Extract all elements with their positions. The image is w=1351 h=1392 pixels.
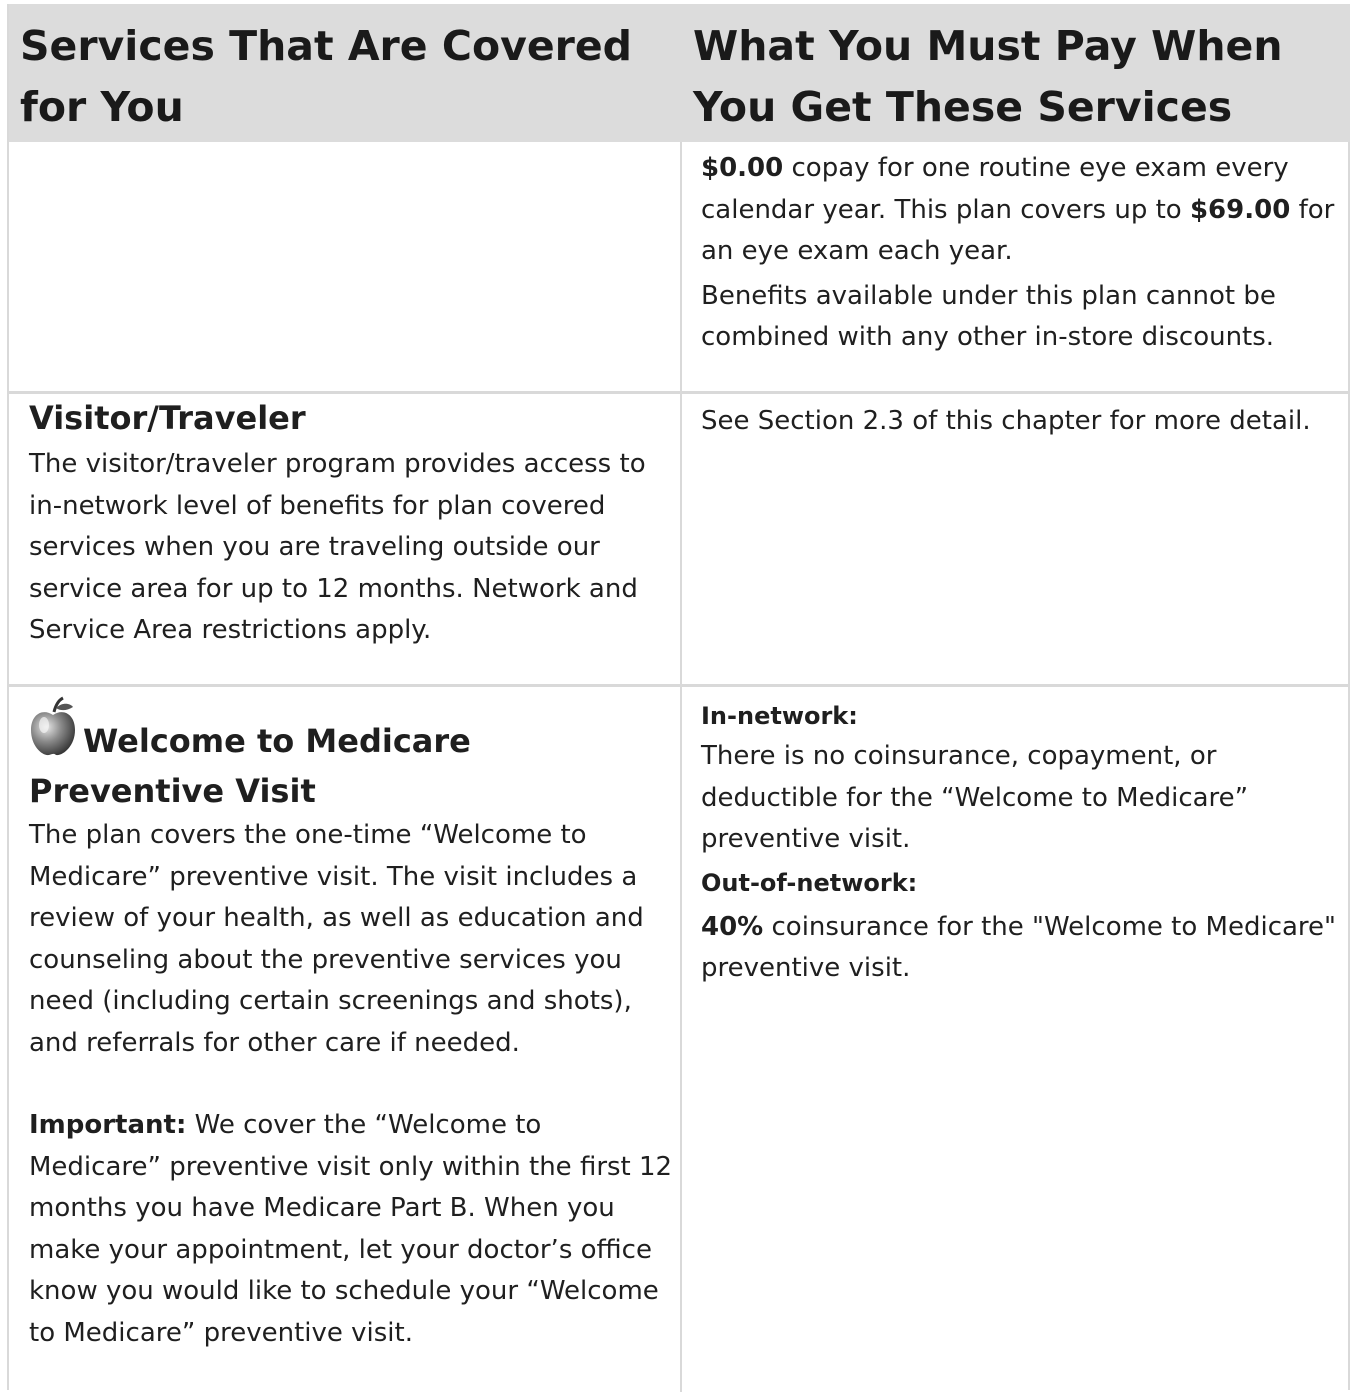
visitor-traveler-title: Visitor/Traveler	[29, 399, 306, 437]
row-divider	[9, 391, 1350, 394]
welcome-medicare-title-line: Welcome to Medicare Preventive Visit	[29, 696, 674, 813]
out-of-network-text: 40% coinsurance for the "Welcome to Medi…	[701, 907, 1341, 990]
row-divider	[9, 684, 1350, 687]
visitor-traveler-cell: Visitor/Traveler The visitor/traveler pr…	[29, 396, 674, 652]
in-network-label: In-network:	[701, 702, 858, 730]
header-what-you-pay: What You Must Pay When You Get These Ser…	[693, 22, 1283, 131]
visitor-traveler-cost-cell: See Section 2.3 of this chapter for more…	[701, 401, 1341, 443]
welcome-medicare-important: Important: We cover the “Welcome to Medi…	[29, 1105, 674, 1354]
column-divider	[680, 142, 682, 1392]
apple-icon	[29, 696, 77, 769]
eye-exam-cost-cell: $0.00 copay for one routine eye exam eve…	[701, 148, 1341, 359]
welcome-medicare-description: The plan covers the one-time “Welcome to…	[29, 820, 644, 1058]
out-of-network-amount: 40%	[701, 911, 764, 942]
out-of-network-description: coinsurance for the "Welcome to Medicare…	[701, 911, 1337, 984]
eye-exam-cost-text: $0.00 copay for one routine eye exam eve…	[701, 148, 1341, 273]
welcome-medicare-title: Welcome to Medicare Preventive Visit	[29, 722, 471, 810]
visitor-traveler-cost: See Section 2.3 of this chapter for more…	[701, 406, 1311, 436]
in-network-text: There is no coinsurance, copayment, or d…	[701, 741, 1249, 854]
important-text: We cover the “Welcome to Medicare” preve…	[29, 1110, 673, 1348]
exam-cap-amount: $69.00	[1189, 194, 1291, 225]
exam-copay-amount: $0.00	[701, 153, 784, 183]
benefits-table: Services That Are Covered for You What Y…	[7, 4, 1350, 1392]
welcome-medicare-cost-cell: In-network: There is no coinsurance, cop…	[701, 696, 1341, 990]
out-of-network-label: Out-of-network:	[701, 868, 918, 897]
header-services-covered: Services That Are Covered for You	[20, 22, 633, 131]
important-label: Important:	[29, 1110, 187, 1140]
discount-note: Benefits available under this plan canno…	[701, 280, 1276, 353]
table-header: Services That Are Covered for You What Y…	[9, 4, 1350, 142]
welcome-medicare-cell: Welcome to Medicare Preventive Visit The…	[29, 696, 674, 1354]
visitor-traveler-description: The visitor/traveler program provides ac…	[29, 449, 646, 645]
